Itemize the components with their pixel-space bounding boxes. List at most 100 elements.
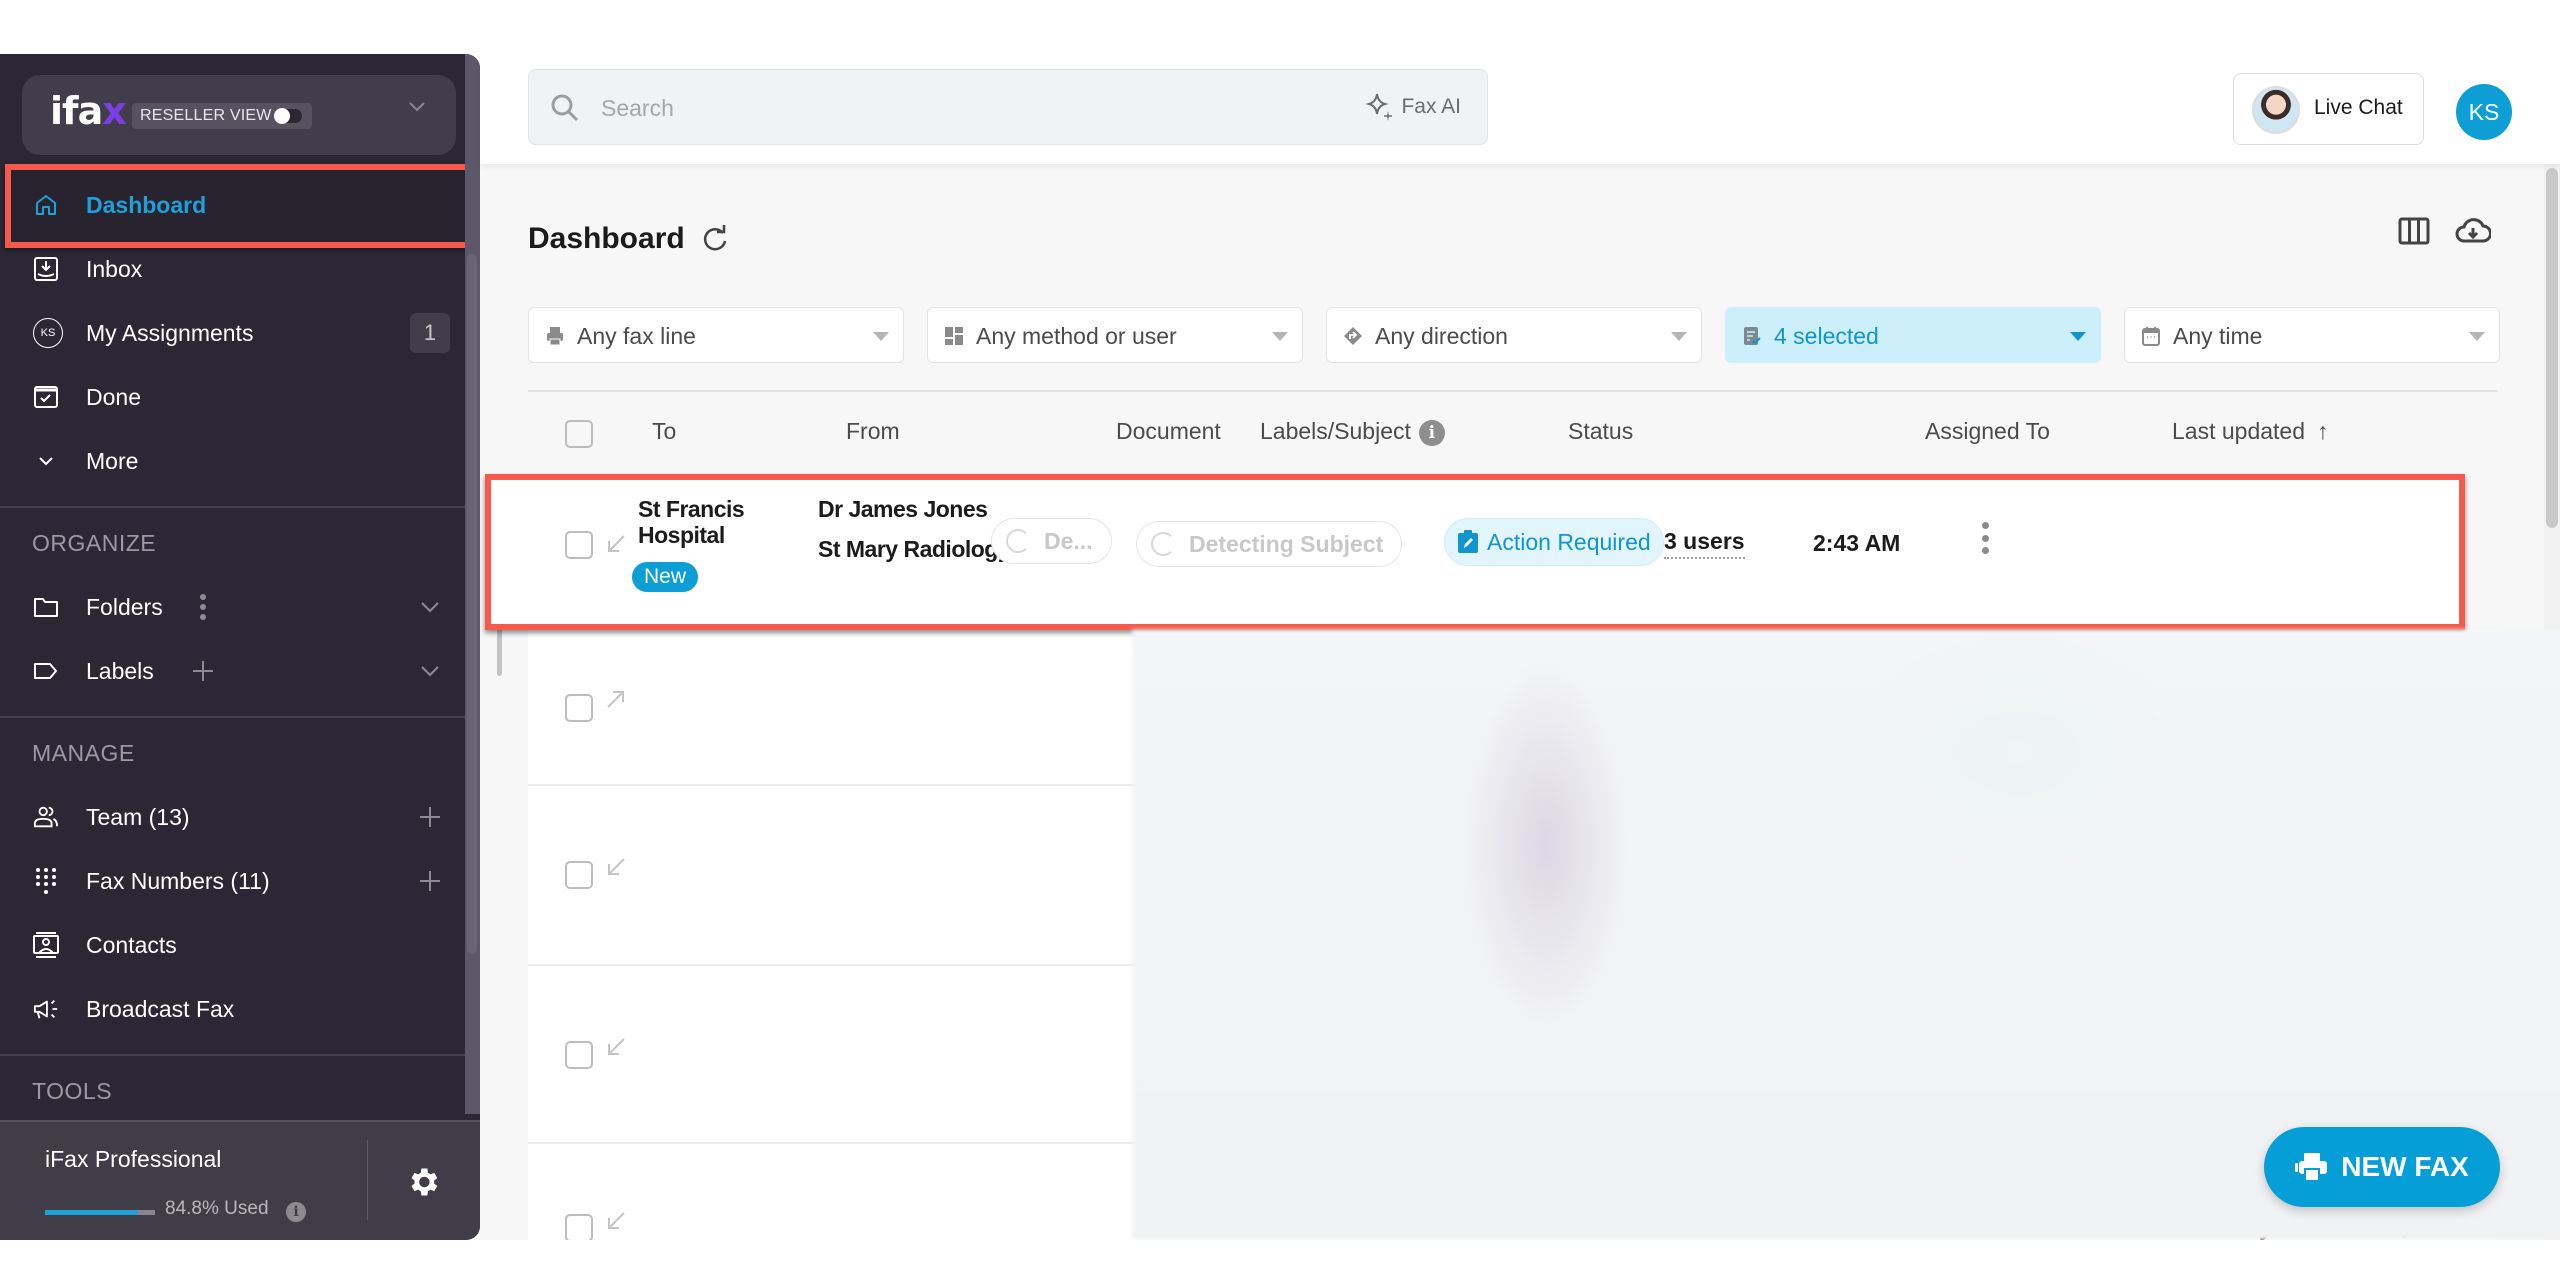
- loading-spinner-icon: [1151, 532, 1175, 556]
- add-fax-number-button[interactable]: [415, 866, 445, 896]
- folder-icon: [33, 594, 59, 620]
- info-icon[interactable]: i: [1418, 419, 1445, 446]
- sidebar-item-inbox[interactable]: Inbox: [0, 239, 470, 299]
- direction-filter[interactable]: Any direction: [1326, 307, 1702, 363]
- last-updated: 2:43 AM: [1813, 530, 1901, 556]
- chevron-down-icon[interactable]: [408, 97, 426, 115]
- loading-spinner-icon: [1006, 529, 1030, 553]
- sidebar-item-label: Dashboard: [86, 191, 207, 218]
- row-more-options[interactable]: [1975, 522, 1995, 554]
- search-input[interactable]: [601, 88, 1301, 128]
- filter-label: Any method or user: [976, 323, 1177, 349]
- clipboard-edit-icon: [1458, 530, 1478, 553]
- sidebar-item-labels[interactable]: Labels: [0, 641, 470, 701]
- column-header-document[interactable]: Document: [1116, 418, 1221, 445]
- chevron-down-icon[interactable]: [415, 656, 445, 686]
- reseller-view-badge: RESELLER VIEW: [132, 103, 312, 129]
- sidebar-scrollbar-thumb[interactable]: [467, 254, 477, 954]
- reseller-view-label: RESELLER VIEW: [140, 107, 272, 124]
- done-check-icon: [33, 384, 59, 410]
- subject-detecting-pill[interactable]: Detecting Subject: [1136, 521, 1403, 567]
- column-header-from[interactable]: From: [846, 418, 900, 445]
- document-status-text: De...: [1044, 527, 1093, 554]
- column-header-labels-subject[interactable]: Labels/Subject i: [1260, 418, 1445, 446]
- reseller-view-toggle[interactable]: [274, 108, 302, 124]
- live-chat-button[interactable]: Live Chat: [2233, 73, 2424, 145]
- sidebar-item-dashboard[interactable]: Dashboard: [0, 175, 470, 235]
- column-header-last-updated[interactable]: Last updated ↑: [2172, 418, 2329, 445]
- dialpad-icon: [33, 868, 59, 894]
- caret-down-icon: [1272, 332, 1288, 341]
- new-badge: New: [632, 562, 699, 592]
- status-filter[interactable]: 4 selected: [1725, 307, 2101, 363]
- refresh-icon[interactable]: [700, 224, 730, 254]
- sidebar-item-label: Contacts: [86, 931, 177, 958]
- filter-divider: [528, 390, 2498, 392]
- chevron-down-icon[interactable]: [415, 592, 445, 622]
- info-icon[interactable]: i: [286, 1202, 306, 1222]
- filter-label: 4 selected: [1774, 323, 1879, 349]
- new-fax-button[interactable]: NEW FAX: [2264, 1127, 2500, 1207]
- row-checkbox[interactable]: [565, 861, 593, 889]
- fax-ai-button[interactable]: Fax AI: [1365, 92, 1461, 122]
- main-scrollbar-thumb[interactable]: [2546, 168, 2558, 528]
- column-header-label: Labels/Subject: [1260, 418, 1411, 444]
- sidebar: ifax RESELLER VIEW Dashboard Inbox KS My…: [0, 54, 480, 1240]
- sidebar-item-folders[interactable]: Folders: [0, 577, 470, 637]
- gear-icon[interactable]: [405, 1164, 441, 1200]
- top-bar: Fax AI Live Chat KS: [480, 54, 2560, 164]
- column-header-assigned-to[interactable]: Assigned To: [1925, 418, 2050, 445]
- page-bottom-margin: [0, 1240, 2560, 1282]
- sidebar-item-done[interactable]: Done: [0, 367, 470, 427]
- incoming-arrow-icon: [608, 1212, 625, 1229]
- sidebar-item-label: My Assignments: [86, 319, 254, 346]
- search-bar[interactable]: Fax AI: [528, 69, 1488, 145]
- more-vertical-icon[interactable]: [188, 592, 218, 622]
- outgoing-arrow-icon: [607, 691, 624, 708]
- column-header-to[interactable]: To: [652, 418, 676, 445]
- new-fax-label: NEW FAX: [2341, 1151, 2469, 1182]
- sidebar-item-more[interactable]: More: [0, 431, 470, 491]
- printer-icon: [2295, 1153, 2328, 1182]
- incoming-arrow-icon: [608, 858, 625, 875]
- plan-panel: iFax Professional 84.8% Used i: [0, 1120, 480, 1240]
- organize-section-title: ORGANIZE: [32, 530, 157, 556]
- user-avatar[interactable]: KS: [2456, 84, 2512, 140]
- cloud-download-icon[interactable]: [2455, 214, 2491, 248]
- time-filter[interactable]: Any time: [2124, 307, 2500, 363]
- sidebar-item-team[interactable]: Team (13): [0, 787, 470, 847]
- status-badge[interactable]: Action Required: [1444, 518, 1664, 566]
- column-header-label: Last updated: [2172, 418, 2306, 444]
- sidebar-item-label: Folders: [86, 593, 163, 620]
- team-icon: [33, 804, 59, 830]
- filter-label: Any fax line: [577, 323, 696, 349]
- column-header-status[interactable]: Status: [1568, 418, 1633, 445]
- table-row[interactable]: St Francis Hospital New Dr James Jones S…: [485, 474, 2465, 630]
- sidebar-item-label: Labels: [86, 657, 154, 684]
- document-detecting-pill[interactable]: De...: [991, 518, 1112, 564]
- assigned-users-link[interactable]: 3 users: [1664, 528, 1745, 559]
- caret-down-icon: [2070, 332, 2086, 341]
- row-checkbox[interactable]: [565, 1041, 593, 1069]
- plus-icon[interactable]: [188, 656, 218, 686]
- section-divider: [0, 1054, 465, 1056]
- support-agent-avatar: [2252, 86, 2300, 134]
- select-all-checkbox[interactable]: [565, 420, 593, 448]
- sidebar-item-contacts[interactable]: Contacts: [0, 915, 470, 975]
- sidebar-item-my-assignments[interactable]: KS My Assignments 1: [0, 303, 470, 363]
- fax-line-filter[interactable]: Any fax line: [528, 307, 904, 363]
- sidebar-item-label: Fax Numbers (11): [86, 867, 270, 894]
- sidebar-item-broadcast-fax[interactable]: Broadcast Fax: [0, 979, 470, 1039]
- row-checkbox[interactable]: [565, 1214, 593, 1240]
- account-switcher[interactable]: ifax RESELLER VIEW: [22, 75, 456, 155]
- columns-icon[interactable]: [2397, 214, 2431, 248]
- method-user-filter[interactable]: Any method or user: [927, 307, 1303, 363]
- row-checkbox[interactable]: [565, 694, 593, 722]
- add-team-member-button[interactable]: [415, 802, 445, 832]
- sidebar-item-label: Done: [86, 383, 141, 410]
- row-checkbox[interactable]: [565, 531, 593, 559]
- ifax-logo: ifax: [50, 89, 127, 133]
- sidebar-item-fax-numbers[interactable]: Fax Numbers (11): [0, 851, 470, 911]
- plan-name: iFax Professional: [45, 1146, 222, 1172]
- usage-progress-bar: [45, 1210, 155, 1215]
